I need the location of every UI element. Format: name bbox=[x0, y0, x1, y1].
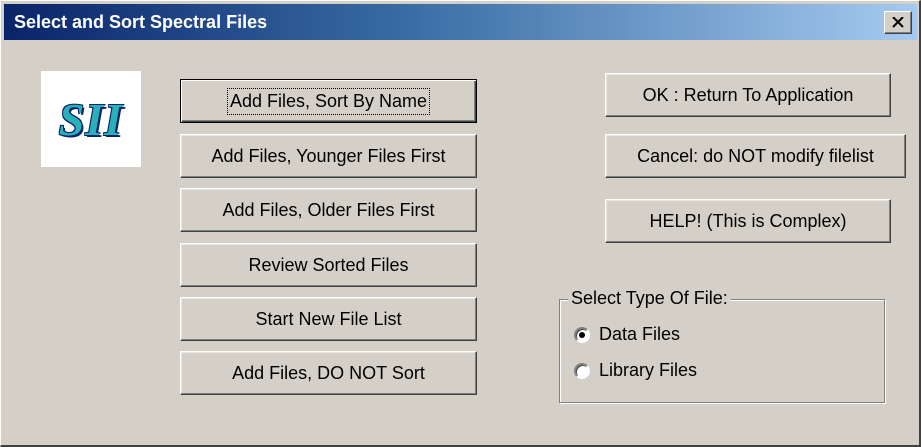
button-label: Cancel: do NOT modify filelist bbox=[637, 145, 874, 166]
button-label: Add Files, Older Files First bbox=[222, 199, 435, 220]
button-label: Review Sorted Files bbox=[248, 254, 409, 275]
data-files-radio[interactable]: Data Files bbox=[574, 324, 680, 345]
button-label: Add Files, Younger Files First bbox=[211, 145, 446, 166]
add-files-younger-first-button[interactable]: Add Files, Younger Files First bbox=[180, 134, 477, 178]
radio-unselected-icon bbox=[574, 362, 590, 379]
title-bar[interactable]: Select and Sort Spectral Files bbox=[4, 4, 917, 40]
add-files-sort-by-name-button[interactable]: Add Files, Sort By Name bbox=[180, 79, 477, 123]
cancel-button[interactable]: Cancel: do NOT modify filelist bbox=[605, 134, 906, 178]
button-label: Add Files, DO NOT Sort bbox=[232, 362, 425, 383]
radio-selected-icon bbox=[574, 326, 590, 343]
file-type-group: Select Type Of File: Data Files Library … bbox=[559, 288, 885, 403]
sii-logo: SII bbox=[41, 71, 141, 167]
ok-return-button[interactable]: OK : Return To Application bbox=[605, 73, 891, 117]
add-files-do-not-sort-button[interactable]: Add Files, DO NOT Sort bbox=[180, 351, 477, 395]
dialog-window: Select and Sort Spectral Files SII Add F… bbox=[0, 0, 921, 447]
radio-label: Library Files bbox=[599, 360, 698, 380]
library-files-radio[interactable]: Library Files bbox=[574, 360, 697, 381]
review-sorted-files-button[interactable]: Review Sorted Files bbox=[180, 243, 477, 287]
button-label: Start New File List bbox=[255, 308, 402, 329]
button-label: Add Files, Sort By Name bbox=[226, 87, 431, 115]
close-icon bbox=[892, 17, 904, 28]
window-title: Select and Sort Spectral Files bbox=[14, 12, 268, 32]
button-label: HELP! (This is Complex) bbox=[649, 210, 847, 231]
start-new-file-list-button[interactable]: Start New File List bbox=[180, 297, 477, 341]
close-button[interactable] bbox=[884, 11, 912, 34]
button-label: OK : Return To Application bbox=[642, 84, 854, 105]
add-files-older-first-button[interactable]: Add Files, Older Files First bbox=[180, 188, 477, 232]
radio-label: Data Files bbox=[599, 324, 681, 344]
logo-text: SII bbox=[58, 93, 124, 145]
file-type-group-label: Select Type Of File: bbox=[568, 288, 731, 309]
help-button[interactable]: HELP! (This is Complex) bbox=[605, 199, 891, 243]
